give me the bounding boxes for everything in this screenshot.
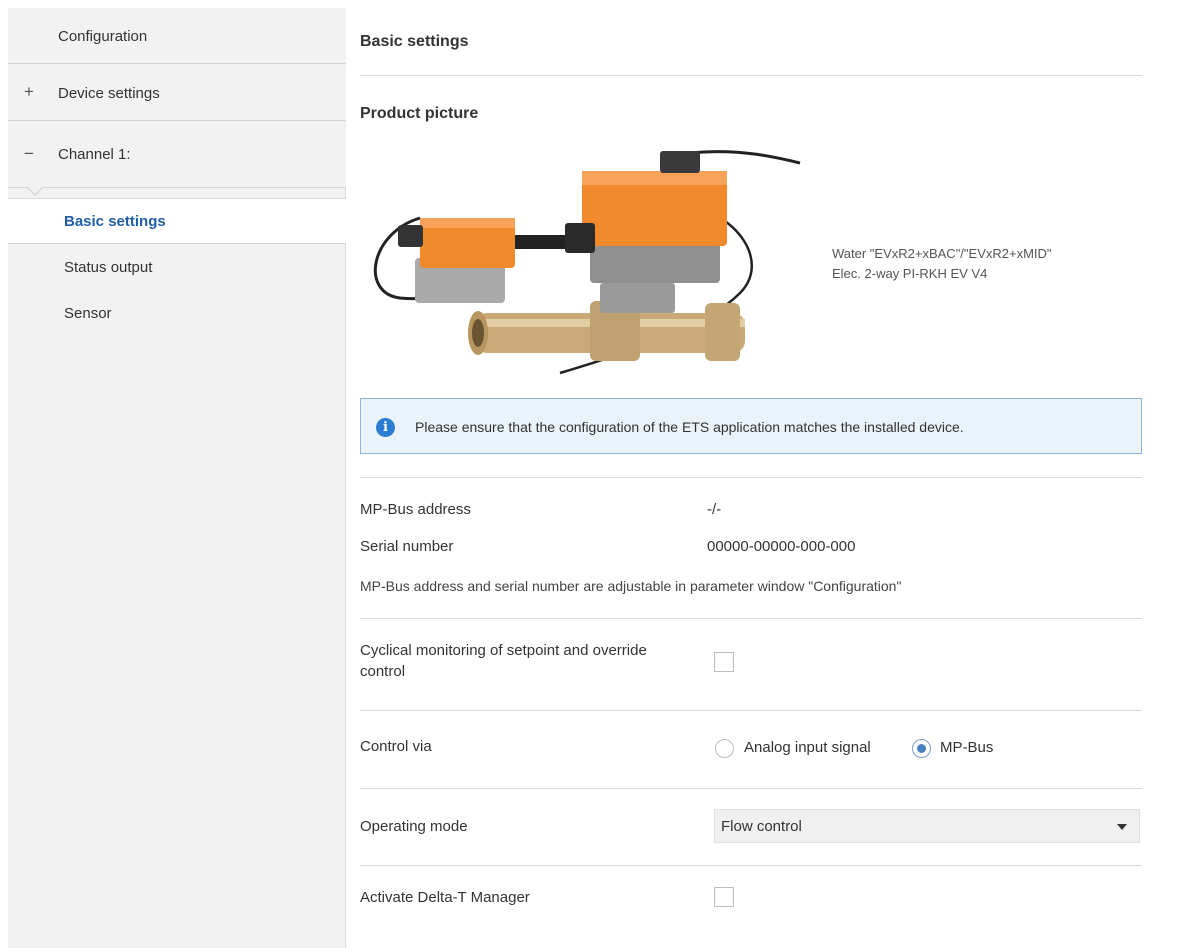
sidebar-item-label: Configuration [58, 28, 148, 45]
serial-number-label: Serial number [360, 538, 454, 555]
product-picture-title: Product picture [360, 105, 479, 122]
operating-mode-select[interactable]: Flow control [714, 809, 1140, 843]
delta-t-label: Activate Delta-T Manager [360, 889, 530, 906]
collapse-icon[interactable]: − [22, 144, 36, 164]
tree-pointer-fill [27, 186, 43, 194]
product-caption-line: Water "EVxR2+xBAC"/"EVxR2+xMID" [832, 246, 1052, 261]
sidebar-item-sensor[interactable]: Sensor [64, 305, 112, 322]
info-message: Please ensure that the configuration of … [415, 419, 964, 435]
main-panel: Basic settings Product picture Water "EV… [346, 8, 1184, 948]
active-item-highlight [8, 198, 346, 244]
sidebar: Configuration + Device settings − Channe… [8, 8, 346, 948]
sidebar-item-label: Channel 1: [58, 146, 131, 163]
chevron-down-icon [1117, 824, 1127, 830]
info-icon: i [376, 418, 395, 437]
adjust-note: MP-Bus address and serial number are adj… [360, 578, 902, 594]
radio-mp-bus[interactable] [912, 739, 931, 758]
divider [360, 710, 1142, 711]
cyclical-monitoring-checkbox[interactable] [714, 652, 734, 672]
mpbus-address-label: MP-Bus address [360, 501, 471, 518]
product-picture [373, 150, 801, 375]
radio-analog-input[interactable] [715, 739, 734, 758]
sidebar-item-status-output[interactable]: Status output [64, 259, 152, 276]
serial-number-value: 00000-00000-000-000 [707, 538, 856, 555]
radio-label-analog[interactable]: Analog input signal [744, 739, 871, 756]
divider [360, 75, 1142, 76]
cyclical-label-line: control [360, 663, 406, 680]
info-banner: i Please ensure that the configuration o… [360, 398, 1142, 454]
expand-icon[interactable]: + [22, 82, 36, 102]
cyclical-label-line: Cyclical monitoring of setpoint and over… [360, 642, 647, 659]
cyclical-monitoring-label: Cyclical monitoring of setpoint and over… [360, 640, 647, 682]
divider [360, 788, 1142, 789]
sidebar-item-channel-1[interactable]: − Channel 1: [8, 122, 346, 188]
mpbus-address-value: -/- [707, 501, 722, 518]
radio-label-mp-bus[interactable]: MP-Bus [940, 739, 993, 756]
sidebar-item-device-settings[interactable]: + Device settings [8, 65, 346, 121]
sidebar-item-basic-settings[interactable]: Basic settings [64, 213, 166, 230]
page-title: Basic settings [360, 33, 469, 50]
divider [360, 477, 1142, 478]
sidebar-item-configuration[interactable]: Configuration [8, 8, 346, 64]
delta-t-checkbox[interactable] [714, 887, 734, 907]
operating-mode-value: Flow control [721, 818, 802, 835]
product-caption: Water "EVxR2+xBAC"/"EVxR2+xMID" Elec. 2-… [832, 244, 1052, 284]
control-via-label: Control via [360, 738, 432, 755]
divider [360, 865, 1142, 866]
sidebar-item-label: Device settings [58, 85, 160, 102]
operating-mode-label: Operating mode [360, 818, 468, 835]
product-caption-line: Elec. 2-way PI-RKH EV V4 [832, 266, 988, 281]
divider [360, 618, 1142, 619]
